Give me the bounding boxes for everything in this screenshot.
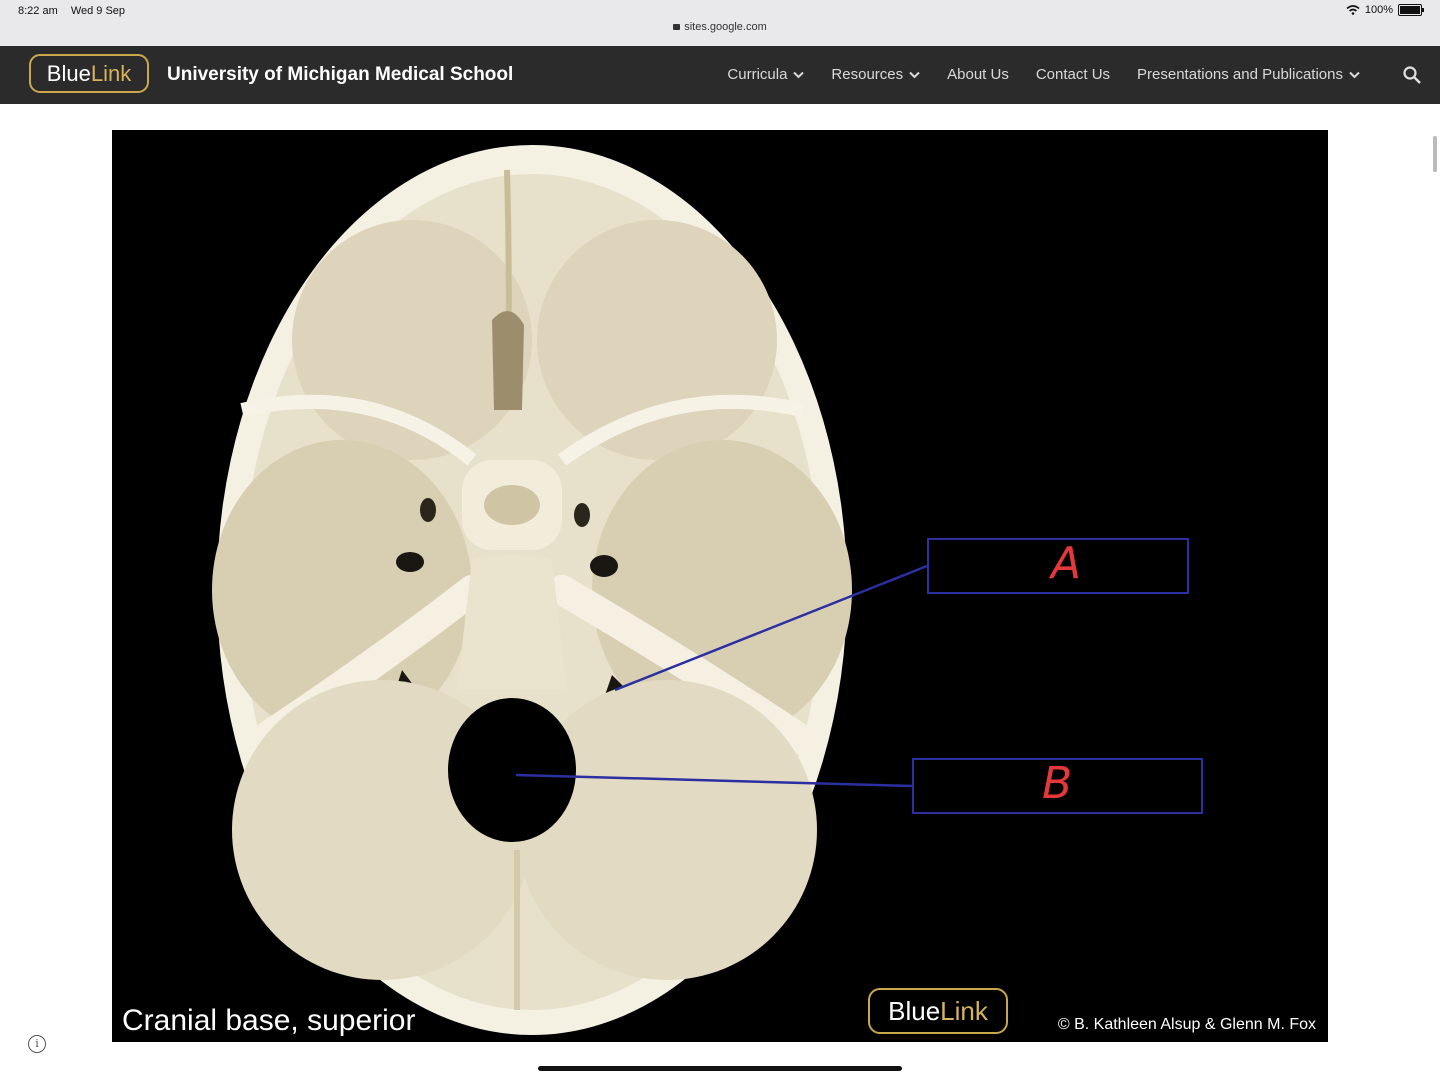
- search-icon[interactable]: [1402, 65, 1422, 85]
- lock-icon: [673, 24, 681, 30]
- nav-item-label: Resources: [831, 66, 904, 83]
- status-date: Wed 9 Sep: [70, 5, 126, 17]
- home-indicator[interactable]: [538, 1066, 902, 1071]
- nav-item-label: Curricula: [727, 66, 788, 83]
- status-bar: 8:22 am Wed 9 Sep sites.google.com 100%: [0, 0, 1440, 46]
- figure-caption: Cranial base, superior: [122, 1004, 416, 1037]
- battery-icon: [1398, 4, 1424, 16]
- logo-blue-text: Blue: [46, 60, 91, 86]
- nav-item-about-us[interactable]: About Us: [947, 66, 1009, 83]
- chevron-down-icon: [909, 71, 920, 78]
- label-letter-a: A: [1051, 538, 1082, 589]
- url-text: sites.google.com: [684, 21, 767, 33]
- nav-item-label: Contact Us: [1035, 66, 1111, 83]
- logo-link-text: Link: [90, 60, 132, 86]
- status-time-date: 8:22 am Wed 9 Sep: [18, 5, 135, 17]
- chevron-down-icon: [793, 71, 805, 78]
- nav-menu: Curricula Resources About Us Contact Us …: [727, 66, 1360, 83]
- figure-logo-link-text: Link: [940, 995, 988, 1026]
- info-icon[interactable]: i: [28, 1035, 46, 1053]
- label-box-a[interactable]: A: [927, 538, 1189, 594]
- anatomy-figure: A B Cranial base, superior Blue Link © B.…: [112, 130, 1328, 1042]
- figure-logo-blue-text: Blue: [888, 995, 941, 1026]
- status-indicators: 100%: [1346, 4, 1424, 16]
- chevron-down-icon: [1349, 71, 1360, 78]
- nav-item-contact-us[interactable]: Contact Us: [1036, 66, 1110, 83]
- address-bar[interactable]: sites.google.com: [0, 21, 1440, 33]
- nav-item-resources[interactable]: Resources: [831, 66, 920, 83]
- status-time: 8:22 am: [18, 5, 58, 17]
- label-letter-b: B: [1042, 758, 1073, 809]
- nav-item-label: Presentations and Publications: [1137, 66, 1343, 83]
- wifi-icon: [1346, 5, 1360, 15]
- battery-percent: 100%: [1364, 4, 1393, 16]
- bluelink-logo[interactable]: Blue Link: [29, 54, 149, 93]
- nav-item-curricula[interactable]: Curricula: [727, 66, 805, 83]
- label-box-b[interactable]: B: [912, 758, 1203, 814]
- nav-item-label: About Us: [947, 66, 1009, 83]
- scrollbar-thumb[interactable]: [1433, 136, 1437, 172]
- nav-item-presentations[interactable]: Presentations and Publications: [1137, 66, 1360, 83]
- site-title[interactable]: University of Michigan Medical School: [167, 64, 513, 86]
- site-navbar: Blue Link University of Michigan Medical …: [0, 46, 1440, 104]
- copyright-notice: © B. Kathleen Alsup & Glenn M. Fox: [1057, 1016, 1316, 1033]
- figure-bluelink-logo: Blue Link: [868, 988, 1008, 1034]
